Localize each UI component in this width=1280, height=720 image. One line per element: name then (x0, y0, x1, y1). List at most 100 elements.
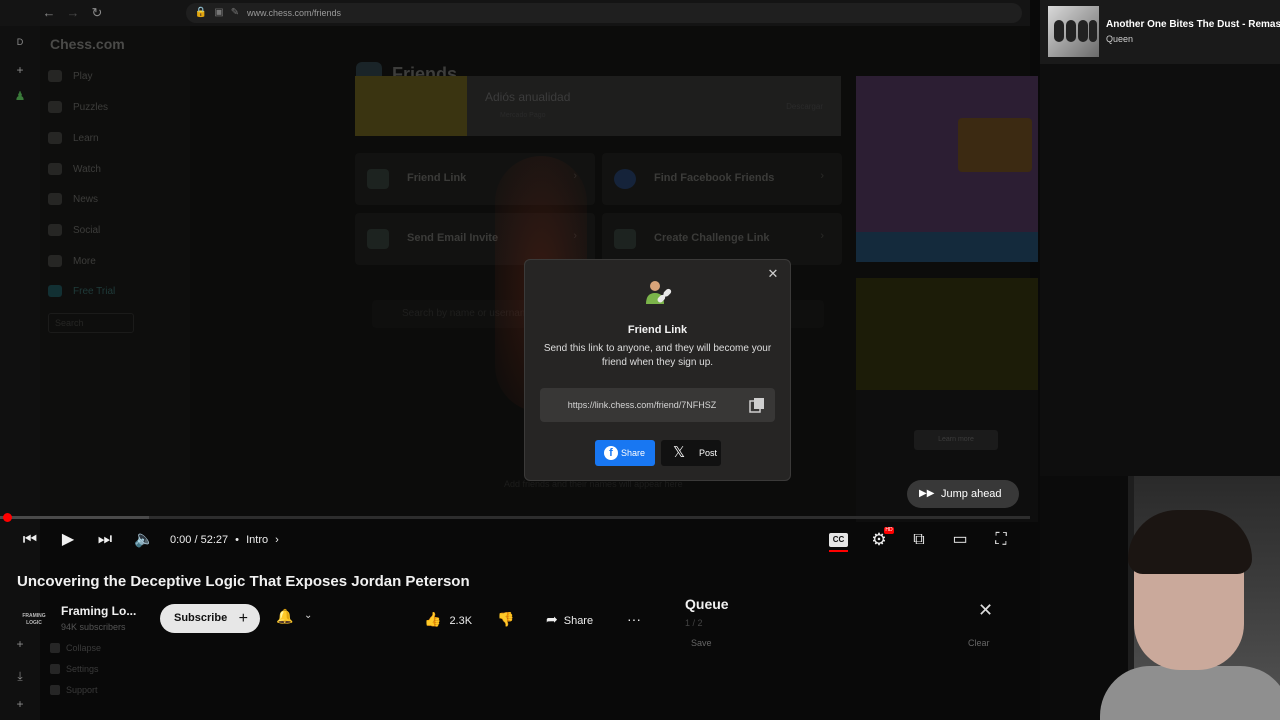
close-icon[interactable]: ✕ (978, 600, 993, 621)
friend-link-url[interactable]: https://link.chess.com/friend/7NFHSZ (540, 388, 744, 422)
plus-icon[interactable]: + (12, 62, 28, 78)
nav-puzzles[interactable]: Puzzles (48, 99, 178, 117)
bell-icon[interactable]: 🔔 (276, 608, 293, 625)
player-controls: ⏮ ▶ ⏭ 🔈 0:00 / 52:27 • Intro › CC ⚙ HD ⧉… (0, 519, 1030, 561)
profile-icon[interactable]: ♟ (12, 88, 28, 104)
queue-save-button[interactable]: Save (691, 638, 712, 648)
new-icon[interactable]: + (12, 696, 28, 712)
learn-icon (48, 132, 62, 145)
nav-watch[interactable]: Watch (48, 161, 178, 179)
close-icon[interactable]: ✕ (766, 267, 780, 281)
channel-name[interactable]: Framing Lo... (61, 604, 136, 618)
jump-ahead-button[interactable]: ▶▶ Jump ahead (907, 480, 1019, 508)
download-icon[interactable]: ⤓ (12, 668, 28, 684)
facebook-friends-card[interactable]: Find Facebook Friends › (602, 153, 842, 205)
chevron-right-icon: › (820, 170, 824, 182)
nav-social[interactable]: Social (48, 222, 178, 240)
band-member (1066, 20, 1076, 42)
chevron-down-icon[interactable]: ⌄ (304, 610, 312, 621)
remove-ads-strip[interactable] (856, 232, 1038, 262)
collapse-icon (50, 643, 60, 653)
right-column: Another One Bites The Dust - Remastered … (1040, 0, 1280, 720)
card-label: Find Facebook Friends (654, 172, 775, 184)
add-icon[interactable]: + (12, 636, 28, 652)
previous-icon[interactable]: ⏮ (20, 529, 40, 551)
card-label: Create Challenge Link (654, 232, 770, 244)
challenge-link-card[interactable]: Create Challenge Link › (602, 213, 842, 265)
edit-icon[interactable]: ✎ (228, 3, 242, 23)
nav-learn[interactable]: Learn (48, 130, 178, 148)
menu-settings[interactable]: Settings (50, 659, 101, 680)
chess-sidebar: Chess.com Play Puzzles Learn Watch News … (40, 26, 190, 516)
cc-icon[interactable]: CC (829, 533, 848, 547)
address-bar[interactable]: 🔒 ▣ ✎ www.chess.com/friends (186, 3, 1022, 23)
volume-icon[interactable]: 🔈 (134, 529, 154, 551)
post-label: Post (699, 448, 718, 458)
nav-label: News (73, 194, 99, 205)
queue-title: Queue (685, 596, 729, 612)
facebook-icon (614, 169, 636, 189)
chess-logo[interactable]: Chess.com (50, 36, 125, 52)
link-icon (614, 229, 636, 249)
like-button[interactable]: 👍 2.3K (424, 609, 472, 631)
band-member (1089, 20, 1097, 42)
browser-toolbar: ← → ↻ 🔒 ▣ ✎ www.chess.com/friends (0, 0, 1030, 26)
webcam-person-hair (1128, 510, 1252, 574)
nav-news[interactable]: News (48, 191, 178, 209)
plus-icon: + (238, 610, 248, 627)
chevron-right-icon[interactable]: › (275, 534, 279, 546)
thumbs-down-icon[interactable]: 👎 (497, 609, 514, 629)
more-icon (48, 255, 62, 268)
screen: ← → ↻ 🔒 ▣ ✎ www.chess.com/friends D + ♟ … (0, 0, 1280, 720)
nav-label: Watch (73, 164, 101, 175)
x-icon: 𝕏 (673, 444, 686, 461)
right-ad[interactable] (856, 76, 1038, 262)
ad-button[interactable]: Descargar (786, 102, 823, 111)
x-post-button[interactable]: 𝕏 Post (661, 440, 721, 466)
fullscreen-icon[interactable]: ⛶ (990, 529, 1012, 551)
more-options-icon[interactable]: ··· (627, 609, 641, 629)
nav-search-input[interactable]: Search (48, 313, 134, 333)
share-button[interactable]: ➦ Share (546, 609, 593, 631)
site-settings-icon[interactable]: ▣ (212, 3, 226, 23)
menu-collapse[interactable]: Collapse (50, 638, 101, 659)
queue-clear-button[interactable]: Clear (968, 638, 990, 648)
subscribe-button[interactable]: Subscribe + (160, 604, 260, 633)
reload-icon[interactable]: ↻ (88, 4, 106, 22)
nav-more[interactable]: More (48, 253, 178, 271)
theater-mode-icon[interactable]: ▭ (949, 529, 971, 551)
play-icon[interactable]: ▶ (58, 529, 78, 551)
social-icon (48, 224, 62, 237)
nav-label: Learn (73, 133, 99, 144)
now-playing-widget[interactable]: Another One Bites The Dust - Remastered … (1040, 0, 1280, 64)
support-icon (50, 685, 60, 695)
card-label: Send Email Invite (407, 232, 499, 244)
learn-more-button[interactable]: Learn more (914, 430, 998, 450)
channel-avatar[interactable]: FRAMING LOGIC (18, 606, 50, 632)
play-icon (48, 70, 62, 83)
menu-label: Settings (66, 664, 99, 674)
separator-dot: • (235, 534, 240, 546)
thumbs-up-icon: 👍 (424, 611, 442, 627)
copy-icon[interactable] (749, 397, 765, 413)
next-icon[interactable]: ⏭ (95, 529, 115, 551)
miniplayer-icon[interactable]: ⧉ (908, 529, 930, 551)
back-icon[interactable]: ← (40, 4, 58, 22)
menu-support[interactable]: Support (50, 680, 101, 701)
card-label: Friend Link (407, 172, 467, 184)
forward-icon[interactable]: → (64, 4, 82, 22)
nav-play[interactable]: Play (48, 68, 178, 86)
ad-banner[interactable]: Adiós anualidad Mercado Pago Descargar (355, 76, 841, 136)
fast-forward-icon: ▶▶ (919, 488, 935, 499)
friend-link-field[interactable]: https://link.chess.com/friend/7NFHSZ (540, 388, 775, 422)
right-ad-2[interactable] (856, 278, 1038, 390)
facebook-share-button[interactable]: f Share (595, 440, 655, 466)
nav-free-trial[interactable]: Free Trial (48, 283, 178, 301)
tab-icon[interactable]: D (12, 34, 28, 50)
friend-link-icon (367, 169, 389, 189)
promo-badge (958, 118, 1032, 172)
nav-label: More (73, 256, 96, 267)
band-member (1078, 20, 1088, 42)
menu-label: Collapse (66, 643, 102, 653)
chapter-label[interactable]: Intro (246, 534, 268, 546)
